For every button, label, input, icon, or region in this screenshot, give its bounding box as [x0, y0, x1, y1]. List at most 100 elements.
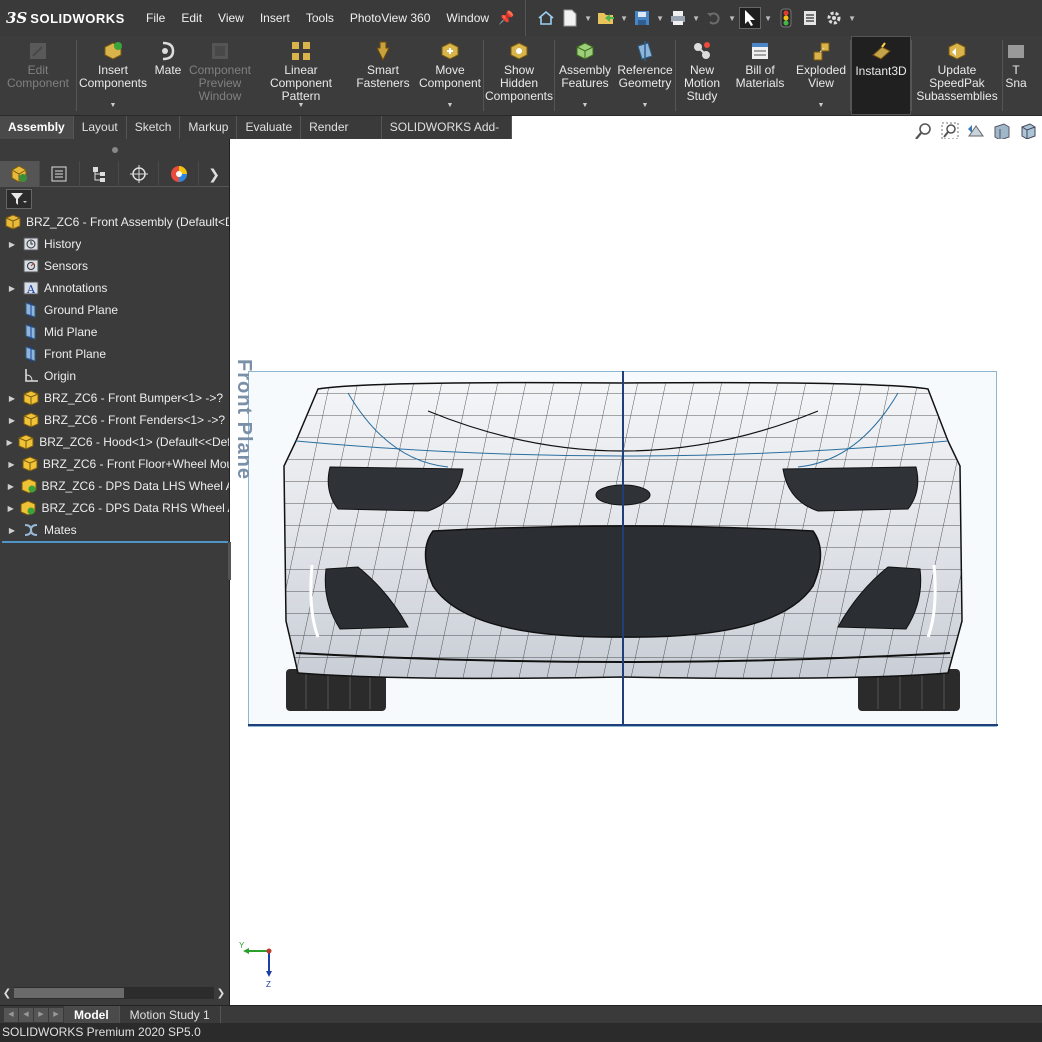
last-tab-icon[interactable]: ▶: [49, 1007, 63, 1022]
expand-arrow-icon[interactable]: ▶: [6, 504, 15, 513]
file-properties-icon[interactable]: [799, 7, 821, 29]
tree-item-ground-plane[interactable]: Ground Plane: [0, 299, 229, 321]
display-manager-tab-icon[interactable]: [159, 161, 200, 187]
property-manager-tab-icon[interactable]: [40, 161, 80, 187]
tree-item-annotations[interactable]: ▶ A Annotations: [0, 277, 229, 299]
dropdown-arrow-icon[interactable]: ▼: [298, 99, 305, 112]
tree-item-history[interactable]: ▶ History: [0, 233, 229, 255]
section-view-icon[interactable]: [992, 121, 1012, 141]
bottom-tab-model[interactable]: Model: [64, 1005, 120, 1024]
tab-assembly[interactable]: Assembly: [0, 116, 74, 139]
select-cursor-icon[interactable]: [739, 7, 762, 29]
cmd-component-preview-window-button[interactable]: Component Preview Window: [187, 36, 253, 115]
cmd-reference-geometry-button[interactable]: Reference Geometry ▼: [615, 36, 675, 115]
options-dropdown-icon[interactable]: ▼: [846, 14, 858, 23]
tree-item-brz-zc6-dps-data-lhs-wheel-assembly[interactable]: ▶ BRZ_ZC6 - DPS Data LHS Wheel Assembly: [0, 475, 229, 497]
tab-markup[interactable]: Markup: [180, 116, 238, 139]
zoom-to-area-icon[interactable]: [940, 121, 960, 141]
cmd-insert-components-button[interactable]: Insert Components ▼: [77, 36, 149, 115]
dimxpert-manager-tab-icon[interactable]: [119, 161, 160, 187]
scroll-track[interactable]: [14, 987, 214, 999]
bottom-tab-motion-study-1[interactable]: Motion Study 1: [120, 1005, 221, 1024]
cmd-assembly-features-button[interactable]: Assembly Features ▼: [555, 36, 615, 115]
cmd-new-motion-study-button[interactable]: New Motion Study: [676, 36, 728, 115]
menu-tools[interactable]: Tools: [298, 0, 342, 36]
zoom-to-fit-icon[interactable]: [914, 121, 934, 141]
menu-window[interactable]: Window: [438, 0, 497, 36]
save-icon[interactable]: [631, 7, 653, 29]
cmd-show-hidden-components-button[interactable]: Show Hidden Components: [484, 36, 554, 115]
previous-view-icon[interactable]: [966, 121, 986, 141]
configuration-manager-tab-icon[interactable]: [80, 161, 120, 187]
cmd-linear-component-pattern-button[interactable]: Linear Component Pattern ▼: [253, 36, 349, 115]
view-orientation-icon[interactable]: [1018, 121, 1038, 141]
cmd-edit-component-button[interactable]: Edit Component: [0, 36, 76, 115]
new-document-icon[interactable]: [559, 7, 581, 29]
menu-photoview-360[interactable]: PhotoView 360: [342, 0, 439, 36]
expand-arrow-icon[interactable]: ▶: [6, 482, 16, 491]
print-dropdown-icon[interactable]: ▼: [690, 14, 702, 23]
open-icon[interactable]: [595, 7, 617, 29]
tree-item-origin[interactable]: Origin: [0, 365, 229, 387]
solidworks-logo[interactable]: 3S SOLIDWORKS: [0, 0, 138, 36]
graphics-area[interactable]: Front Plane Y Z: [231, 139, 1042, 1005]
filter-icon[interactable]: [6, 189, 32, 209]
select-dropdown-icon[interactable]: ▼: [762, 14, 774, 23]
more-tabs-chevron-icon[interactable]: ❯: [199, 161, 229, 187]
scroll-left-icon[interactable]: ❮: [0, 988, 14, 999]
undo-icon[interactable]: [703, 7, 725, 29]
expand-arrow-icon[interactable]: ▶: [6, 438, 13, 447]
tab-evaluate[interactable]: Evaluate: [237, 116, 302, 139]
car-front-model[interactable]: [248, 371, 998, 729]
cmd-mate-button[interactable]: Mate: [149, 36, 187, 115]
scroll-thumb[interactable]: [14, 988, 124, 998]
pin-icon[interactable]: 📌: [497, 0, 515, 36]
tree-item-mid-plane[interactable]: Mid Plane: [0, 321, 229, 343]
rollback-bar[interactable]: [2, 541, 228, 543]
tree-horizontal-scrollbar[interactable]: ❮ ❯: [0, 985, 228, 1001]
tree-item-brz-zc6-front-fenders-1[interactable]: ▶ BRZ_ZC6 - Front Fenders<1> ->?: [0, 409, 229, 431]
cmd-t-sna-button[interactable]: T Sna: [1003, 36, 1029, 115]
rebuild-icon[interactable]: [775, 7, 797, 29]
cmd-exploded-view-button[interactable]: Exploded View ▼: [792, 36, 850, 115]
save-dropdown-icon[interactable]: ▼: [654, 14, 666, 23]
undo-dropdown-icon[interactable]: ▼: [726, 14, 738, 23]
open-dropdown-icon[interactable]: ▼: [618, 14, 630, 23]
home-icon[interactable]: [535, 7, 557, 29]
menu-view[interactable]: View: [210, 0, 252, 36]
panel-grip[interactable]: [0, 139, 229, 161]
tree-item-sensors[interactable]: Sensors: [0, 255, 229, 277]
dropdown-arrow-icon[interactable]: ▼: [582, 99, 589, 112]
expand-arrow-icon[interactable]: ▶: [6, 394, 18, 403]
new-dropdown-icon[interactable]: ▼: [582, 14, 594, 23]
cmd-update-speedpak-subassemblies-button[interactable]: Update SpeedPak Subassemblies: [912, 36, 1002, 115]
tree-item-brz-zc6-dps-data-rhs-wheel-assembly[interactable]: ▶ BRZ_ZC6 - DPS Data RHS Wheel Assembly: [0, 497, 229, 519]
dropdown-arrow-icon[interactable]: ▼: [642, 99, 649, 112]
expand-arrow-icon[interactable]: ▶: [6, 240, 18, 249]
print-icon[interactable]: [667, 7, 689, 29]
tree-item-front-plane[interactable]: Front Plane: [0, 343, 229, 365]
menu-file[interactable]: File: [138, 0, 173, 36]
next-tab-icon[interactable]: ▶: [34, 1007, 48, 1022]
tree-item-mates[interactable]: ▶ Mates: [0, 519, 229, 541]
feature-tree-tab-icon[interactable]: [0, 161, 40, 187]
expand-arrow-icon[interactable]: ▶: [6, 284, 18, 293]
dropdown-arrow-icon[interactable]: ▼: [818, 99, 825, 112]
tab-solidworks-add-ins[interactable]: SOLIDWORKS Add-Ins: [381, 116, 512, 156]
options-gear-icon[interactable]: [823, 7, 845, 29]
tree-root-item[interactable]: BRZ_ZC6 - Front Assembly (Default<Defaul…: [0, 211, 229, 233]
cmd-smart-fasteners-button[interactable]: Smart Fasteners: [349, 36, 417, 115]
cmd-instant3d-button[interactable]: Instant3D: [851, 36, 911, 115]
prev-tab-icon[interactable]: ◀: [19, 1007, 33, 1022]
menu-insert[interactable]: Insert: [252, 0, 298, 36]
expand-arrow-icon[interactable]: ▶: [6, 416, 18, 425]
dropdown-arrow-icon[interactable]: ▼: [110, 99, 117, 112]
cmd-move-component-button[interactable]: Move Component ▼: [417, 36, 483, 115]
dropdown-arrow-icon[interactable]: ▼: [447, 99, 454, 112]
tab-render-tools[interactable]: Render Tools: [301, 116, 382, 156]
tree-item-brz-zc6-front-floor-wheel-mounts[interactable]: ▶ BRZ_ZC6 - Front Floor+Wheel Mounts: [0, 453, 229, 475]
tab-layout[interactable]: Layout: [73, 116, 127, 139]
expand-arrow-icon[interactable]: ▶: [6, 460, 17, 469]
scroll-right-icon[interactable]: ❯: [214, 988, 228, 999]
expand-arrow-icon[interactable]: ▶: [6, 526, 18, 535]
